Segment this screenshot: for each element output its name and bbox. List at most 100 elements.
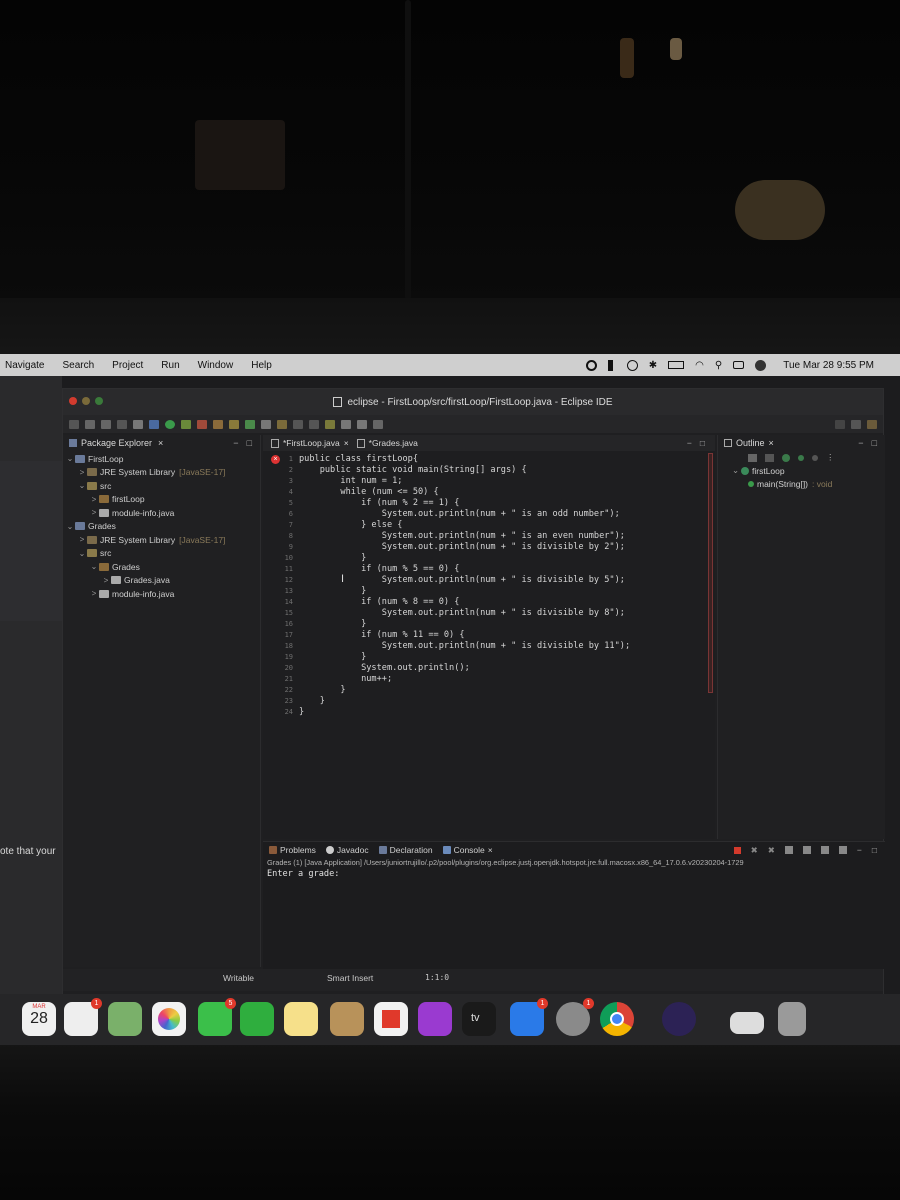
trash-icon[interactable] [778, 1002, 806, 1036]
display-console-icon[interactable] [820, 846, 829, 854]
console-output[interactable]: Enter a grade: [263, 869, 885, 879]
messages-app-icon[interactable]: 5 [198, 998, 236, 1036]
pin-console-icon[interactable] [802, 846, 811, 854]
pin-editor-icon[interactable] [373, 419, 383, 429]
tree-item[interactable]: > JRE System Library [JavaSE-17] [63, 533, 260, 547]
hide-static-icon[interactable] [782, 453, 790, 462]
tab-firstloop[interactable]: *FirstLoop.java × [271, 438, 349, 448]
chevron-right-icon[interactable]: > [101, 576, 111, 585]
minimize-view-icon[interactable]: − [233, 438, 238, 448]
hide-fields-icon[interactable] [765, 453, 774, 462]
code-line[interactable]: System.out.println(num + " is an even nu… [299, 531, 625, 541]
code-line[interactable]: public class firstLoop{ [299, 454, 418, 464]
save-icon[interactable] [85, 419, 95, 429]
sort-icon[interactable] [748, 453, 757, 462]
chevron-down-icon[interactable]: ⌄ [65, 522, 75, 531]
chevron-right-icon[interactable]: > [77, 468, 87, 477]
code-line[interactable]: } [299, 553, 366, 563]
minimize-editor-icon[interactable]: − [687, 438, 692, 448]
code-line[interactable]: } [299, 586, 366, 596]
show-whitespace-icon[interactable] [309, 419, 319, 429]
system-settings-icon[interactable]: 1 [556, 998, 594, 1036]
save-all-icon[interactable] [101, 419, 111, 429]
close-console-icon[interactable]: × [488, 845, 493, 855]
bluetooth-icon[interactable]: ✱ [649, 360, 657, 371]
perspective-icon[interactable] [851, 419, 861, 429]
back-icon[interactable] [341, 419, 351, 429]
toolbar-search-icon[interactable] [835, 419, 845, 429]
hide-local-types-icon[interactable] [812, 454, 818, 461]
new-package-icon[interactable] [229, 419, 239, 429]
open-console-icon[interactable] [838, 846, 847, 854]
chevron-right-icon[interactable]: > [89, 589, 99, 598]
downloads-folder-icon[interactable] [730, 1012, 764, 1034]
battery-icon[interactable] [668, 361, 685, 369]
chevron-right-icon[interactable]: > [89, 508, 99, 517]
chevron-right-icon[interactable]: > [89, 495, 99, 504]
outline-item-method[interactable]: main(String[]) : void [718, 477, 885, 490]
tree-item[interactable]: > firstLoop [63, 493, 260, 507]
close-tab-icon[interactable]: × [344, 438, 349, 448]
maximize-view-icon[interactable]: □ [247, 438, 252, 448]
debug-icon[interactable] [149, 419, 159, 429]
maps-app-icon[interactable] [108, 1002, 142, 1036]
menu-search[interactable]: Search [62, 360, 94, 371]
code-line[interactable]: System.out.println(num + " is an odd num… [299, 509, 620, 519]
news-app-icon[interactable] [374, 1002, 408, 1036]
new-icon[interactable] [69, 419, 79, 429]
volume-icon[interactable] [607, 359, 616, 371]
photos-app-icon[interactable] [152, 1002, 186, 1036]
toggle-mark-icon[interactable] [293, 419, 303, 429]
menu-run[interactable]: Run [161, 360, 179, 371]
maximize-outline-icon[interactable]: □ [872, 438, 877, 448]
chevron-down-icon[interactable]: ⌄ [77, 481, 87, 490]
chevron-down-icon[interactable]: ⌄ [65, 454, 75, 463]
minimize-window-icon[interactable] [82, 397, 90, 405]
minimize-outline-icon[interactable]: − [858, 438, 863, 448]
tab-grades[interactable]: *Grades.java [356, 438, 418, 448]
chevron-right-icon[interactable]: > [77, 535, 87, 544]
reminders-app-icon[interactable]: 1 [64, 998, 102, 1036]
play-icon[interactable] [626, 359, 638, 371]
code-line[interactable]: while (num <= 50) { [299, 487, 438, 497]
screen-recording-icon[interactable] [585, 359, 597, 371]
tab-problems[interactable]: Problems [269, 845, 316, 855]
code-line[interactable]: System.out.println(num + " is divisible … [299, 542, 625, 552]
tree-item[interactable]: > module-info.java [63, 506, 260, 520]
outline-item-class[interactable]: ⌄ firstLoop [718, 464, 885, 477]
code-line[interactable]: if (num % 5 == 0) { [299, 564, 459, 574]
maximize-console-icon[interactable]: □ [872, 845, 877, 855]
chevron-down-icon[interactable]: ⌄ [732, 465, 741, 476]
code-line[interactable]: } [299, 685, 345, 695]
tree-item[interactable]: ⌄ src [63, 547, 260, 561]
code-line[interactable]: } [299, 707, 304, 717]
overview-ruler[interactable] [708, 453, 713, 693]
close-window-icon[interactable] [69, 397, 77, 405]
calendar-app-icon[interactable]: MAR 28 [22, 1002, 56, 1036]
code-area[interactable]: × I 1 public class firstLoop{2 public sta… [263, 453, 715, 839]
maximize-editor-icon[interactable]: □ [700, 438, 705, 448]
next-annotation-icon[interactable] [325, 419, 335, 429]
contacts-app-icon[interactable] [330, 1002, 364, 1036]
code-line[interactable]: System.out.println(num + " is divisible … [299, 641, 630, 651]
terminate-icon[interactable] [733, 846, 741, 854]
menu-navigate[interactable]: Navigate [5, 360, 44, 371]
podcasts-app-icon[interactable] [418, 1002, 452, 1036]
forward-icon[interactable] [357, 419, 367, 429]
outline-menu-icon[interactable]: ⋮ [826, 452, 835, 463]
build-icon[interactable] [133, 419, 143, 429]
control-center-icon[interactable] [733, 361, 745, 369]
siri-icon[interactable] [755, 359, 767, 371]
spotlight-search-icon[interactable]: ⚲ [715, 360, 722, 371]
code-line[interactable]: if (num % 2 == 1) { [299, 498, 459, 508]
code-line[interactable]: num++; [299, 674, 392, 684]
new-class-icon[interactable] [245, 419, 255, 429]
wifi-icon[interactable]: ◠ [695, 360, 704, 371]
tree-item[interactable]: ⌄ Grades [63, 520, 260, 534]
tree-item[interactable]: > JRE System Library [JavaSE-17] [63, 466, 260, 480]
code-line[interactable]: public static void main(String[] args) { [299, 465, 527, 475]
code-line[interactable]: int num = 1; [299, 476, 402, 486]
chrome-app-icon[interactable] [600, 1002, 634, 1036]
coverage-icon[interactable] [181, 419, 191, 429]
code-line[interactable]: if (num % 8 == 0) { [299, 597, 459, 607]
